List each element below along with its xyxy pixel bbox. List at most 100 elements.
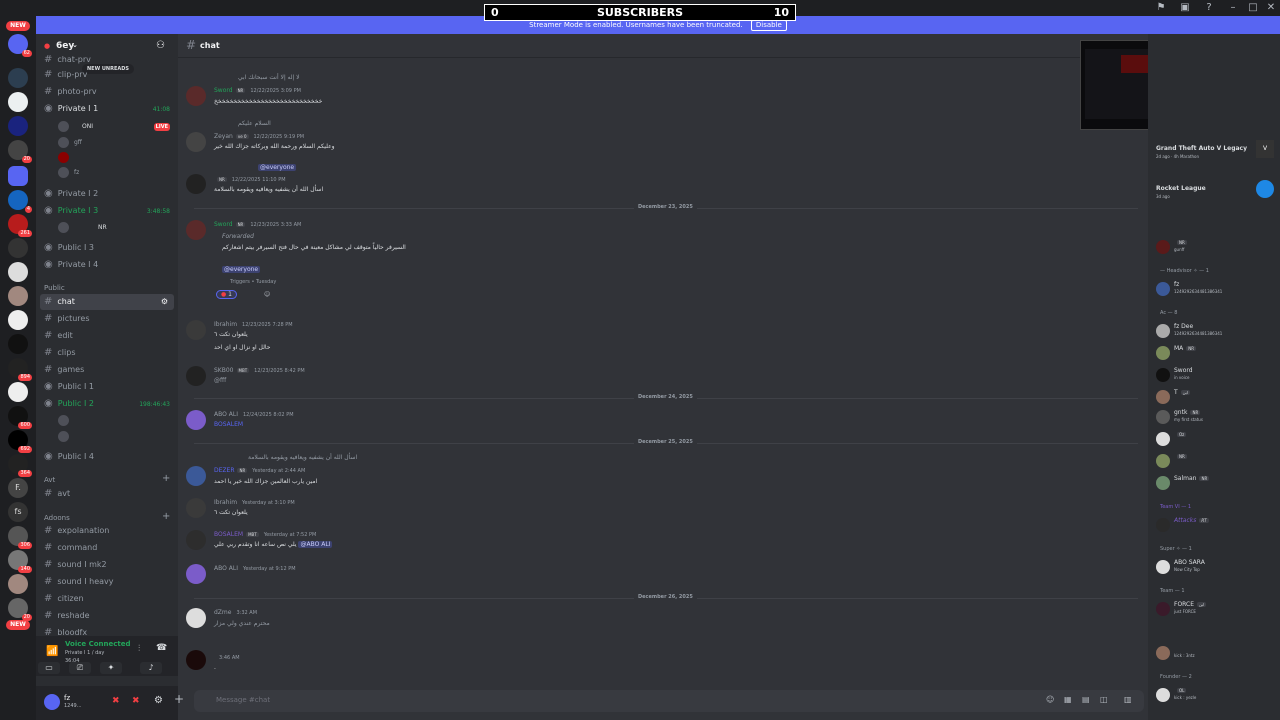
server-icon[interactable]: 140	[8, 550, 32, 573]
avatar[interactable]	[186, 174, 206, 194]
username[interactable]: dZme 3:32 AM	[214, 609, 257, 616]
gif-icon[interactable]: ▦	[1064, 695, 1072, 704]
channel-clip-prv[interactable]: # clip-prv	[40, 67, 174, 83]
username[interactable]: DEZER NR Yesterday at 2:44 AM	[214, 467, 305, 474]
username[interactable]: Zeyan ve 0 12/22/2025 9:19 PM	[214, 133, 304, 140]
avatar[interactable]	[186, 366, 206, 386]
member-item[interactable]: NR gunff	[1156, 238, 1278, 256]
server-icon[interactable]: 600	[8, 406, 32, 429]
server-icon[interactable]: 894	[8, 358, 32, 381]
server-icon[interactable]: 20	[8, 598, 32, 621]
avatar[interactable]	[186, 86, 206, 106]
channel-reshade[interactable]: # reshade	[40, 608, 174, 624]
server-icon[interactable]: 306	[8, 526, 32, 549]
member-item[interactable]: Sword in voice	[1156, 366, 1278, 384]
server-icon[interactable]	[8, 310, 28, 330]
username[interactable]: Sword NR 12/23/2025 3:33 AM	[214, 221, 301, 228]
channel-citizen[interactable]: # citizen	[40, 591, 174, 607]
member-item[interactable]: kick : 3ntz	[1156, 644, 1278, 662]
gear-icon[interactable]: ⚙	[154, 695, 163, 706]
member-item[interactable]: NR	[1156, 452, 1278, 470]
reply-preview[interactable]: السلام عليكم	[238, 120, 271, 127]
avatar[interactable]	[186, 320, 206, 340]
server-icon[interactable]: 62	[8, 34, 32, 57]
disconnect-icon[interactable]: ☎	[156, 643, 167, 653]
server-icon[interactable]	[8, 574, 28, 594]
reaction[interactable]: ● 1	[216, 290, 237, 299]
reply-preview[interactable]: لا إله إلا أنت سبحانك ابي	[238, 74, 300, 81]
new-badge-bottom[interactable]: NEW	[6, 620, 30, 630]
server-icon[interactable]: 364	[8, 454, 32, 477]
screen-share-button[interactable]: ⎚	[69, 662, 91, 674]
username[interactable]: NR 12/22/2025 11:10 PM	[214, 176, 286, 183]
server-icon[interactable]	[8, 238, 28, 258]
member-item[interactable]: T ابن	[1156, 388, 1278, 406]
avatar[interactable]	[186, 530, 206, 550]
emoji-icon[interactable]: ◫	[1100, 695, 1108, 704]
maximize-button[interactable]: □	[1246, 1, 1260, 15]
member-item[interactable]: fz 1249292634481386341	[1156, 280, 1278, 298]
avatar[interactable]	[186, 410, 206, 430]
activities-button[interactable]: ✦	[100, 662, 122, 674]
server-icon[interactable]	[8, 92, 28, 112]
voice-channel-public-3[interactable]: ◉ Public I 3	[40, 240, 174, 256]
sticker-icon[interactable]: ▤	[1082, 695, 1090, 704]
voice-user[interactable]	[58, 151, 170, 165]
channel-sound-heavy[interactable]: # sound I heavy	[40, 574, 174, 590]
voice-user[interactable]: NR	[58, 221, 170, 235]
disable-streamer-button[interactable]: Disable	[750, 20, 787, 31]
mention[interactable]: @everyone	[222, 266, 261, 273]
member-item[interactable]: fz Dee 1249292634481386341	[1156, 322, 1278, 340]
member-item[interactable]: FORCE ابن just FORCE	[1156, 600, 1278, 618]
voice-user[interactable]: gff	[58, 136, 170, 150]
server-icon[interactable]	[8, 334, 28, 354]
avatar[interactable]	[186, 132, 206, 152]
channel-sound-mk2[interactable]: # sound I mk2	[40, 557, 174, 573]
voice-channel-public-1[interactable]: ◉ Public I 1	[40, 379, 174, 395]
voice-channel-public-4[interactable]: ◉ Public I 4	[40, 449, 174, 465]
username[interactable]: 3:46 AM	[214, 654, 240, 661]
server-icon-f[interactable]: F.	[8, 478, 28, 498]
voice-user[interactable]: fz	[58, 166, 170, 180]
voice-channel-private-4[interactable]: ◉ Private I 4	[40, 257, 174, 273]
reply-preview[interactable]: اسأل الله أن يشفيه ويعافيه ويقومه بالسلا…	[248, 454, 357, 461]
member-item[interactable]: Oz	[1156, 430, 1278, 448]
channel-avt[interactable]: # avt	[40, 486, 174, 502]
screen-share-icon[interactable]: ▣	[1178, 1, 1192, 15]
username[interactable]: Sword NR 12/22/2025 3:09 PM	[214, 87, 301, 94]
username[interactable]: ABO ALI Yesterday at 9:12 PM	[214, 565, 296, 572]
username[interactable]: BOSALEM MBT Yesterday at 7:52 PM	[214, 531, 316, 538]
member-item[interactable]: gntk NR my first status	[1156, 408, 1278, 426]
soundboard-button[interactable]: ♪	[140, 662, 162, 674]
voice-channel-name[interactable]: Private I 1 / day	[65, 650, 104, 656]
username[interactable]: ABO ALI 12/24/2025 8:02 PM	[214, 411, 294, 418]
username[interactable]: SKB00 MBT 12/23/2025 8:42 PM	[214, 367, 305, 374]
server-icon[interactable]	[8, 68, 28, 88]
forward-source[interactable]: Triggers • Tuesday	[230, 279, 276, 285]
minimize-button[interactable]: –	[1226, 1, 1240, 15]
server-icon[interactable]: 692	[8, 430, 32, 453]
new-badge-top[interactable]: NEW	[6, 21, 30, 31]
add-channel-icon[interactable]: +	[162, 473, 170, 484]
member-item[interactable]: OL kick : yezle	[1156, 686, 1278, 704]
member-item[interactable]: Salman NR	[1156, 474, 1278, 492]
channel-photo-prv[interactable]: # photo-prv	[40, 84, 174, 100]
apps-icon[interactable]: ▥	[1124, 695, 1132, 704]
attach-plus-icon[interactable]: +	[174, 692, 184, 706]
inbox-icon[interactable]: ⚑	[1154, 1, 1168, 15]
camera-button[interactable]: ▭	[38, 662, 60, 674]
server-icon[interactable]: 261	[8, 214, 32, 237]
channel-expolanation[interactable]: # expolanation	[40, 523, 174, 539]
voice-user[interactable]	[58, 414, 170, 428]
channel-pictures[interactable]: # pictures	[40, 311, 174, 327]
member-item[interactable]: Attacks RT	[1156, 516, 1278, 534]
avatar[interactable]	[186, 220, 206, 240]
deafen-icon[interactable]: ✖	[132, 696, 140, 706]
server-icon[interactable]: 20	[8, 140, 32, 163]
add-member-icon[interactable]: ⚇	[156, 40, 165, 51]
avatar[interactable]	[186, 608, 206, 628]
channel-chat[interactable]: # chat ⚙	[40, 294, 174, 310]
add-channel-icon[interactable]: +	[162, 511, 170, 522]
server-icon[interactable]	[8, 116, 28, 136]
close-button[interactable]: ✕	[1264, 1, 1278, 15]
